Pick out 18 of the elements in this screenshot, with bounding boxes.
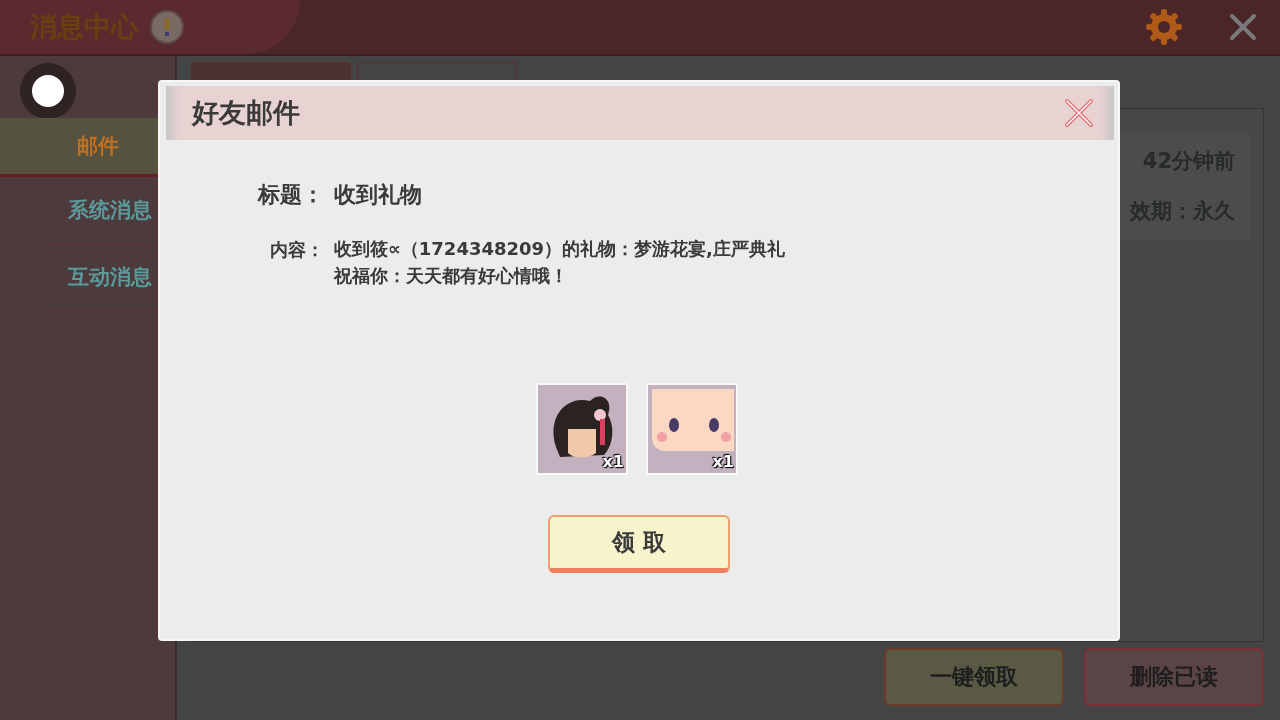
- claim-button[interactable]: 领 取: [548, 515, 730, 573]
- claim-all-button[interactable]: 一键领取: [884, 648, 1064, 706]
- item-count: x1: [602, 452, 624, 471]
- content-text: 收到筱∝（1724348209）的礼物：梦游花宴,庄严典礼: [334, 237, 785, 261]
- subject-label: 标题：: [256, 181, 324, 209]
- avatar-icon[interactable]: [20, 63, 76, 119]
- content-label: 内容：: [269, 238, 324, 262]
- item-count: x1: [712, 452, 734, 471]
- exclamation-icon: [150, 10, 184, 44]
- delete-read-button[interactable]: 删除已读: [1084, 648, 1264, 706]
- reward-item[interactable]: x1: [536, 383, 628, 475]
- dialog-title: 好友邮件: [192, 96, 301, 130]
- settings-icon[interactable]: [1144, 7, 1184, 47]
- close-icon[interactable]: [1228, 12, 1258, 42]
- reward-item[interactable]: x1: [646, 383, 738, 475]
- close-icon[interactable]: [1064, 98, 1094, 128]
- subject-text: 收到礼物: [334, 181, 422, 209]
- content-text: 祝福你：天天都有好心情哦！: [334, 264, 569, 288]
